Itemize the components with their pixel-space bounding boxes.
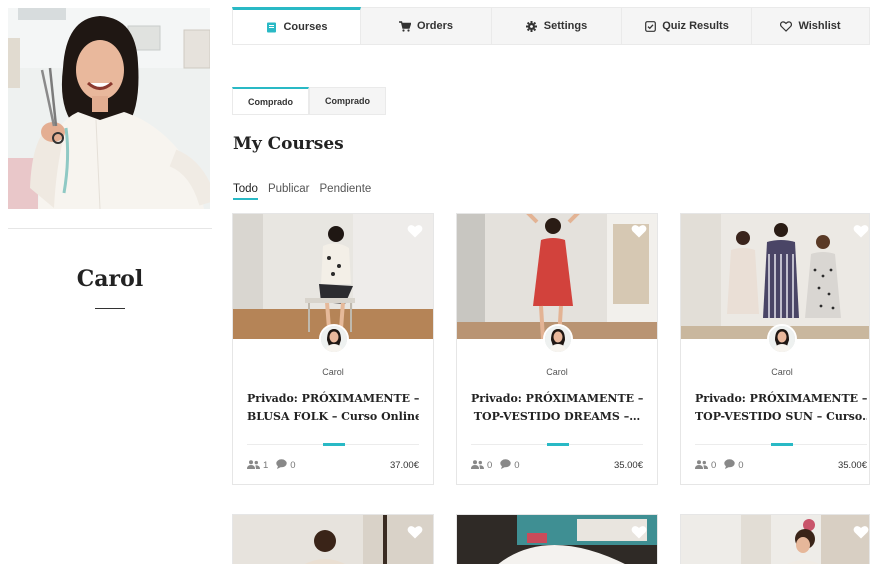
filter-pending[interactable]: Pendiente bbox=[320, 183, 372, 200]
profile-photo bbox=[8, 8, 210, 209]
comment-icon bbox=[500, 459, 511, 472]
author-avatar[interactable] bbox=[767, 324, 797, 354]
profile-name-underline bbox=[95, 308, 125, 309]
students-stat: 1 bbox=[247, 459, 269, 472]
course-title-line-2: BLUSA FOLK – Curso Online… bbox=[247, 410, 419, 423]
course-meta: 0 0 35.00€ bbox=[471, 459, 643, 472]
course-thumbnail[interactable] bbox=[457, 515, 657, 564]
course-title-line-2: TOP-VESTIDO SUN – Curso… bbox=[695, 410, 867, 423]
card-accent-bar bbox=[771, 443, 793, 446]
section-title: My Courses bbox=[233, 134, 344, 154]
card-accent-bar bbox=[323, 443, 345, 446]
author-avatar[interactable] bbox=[543, 324, 573, 354]
students-count: 1 bbox=[263, 460, 269, 471]
course-title[interactable]: Privado: PRÓXIMAMENTE – BLUSA FOLK – Cur… bbox=[247, 390, 419, 426]
tab-wishlist-label: Wishlist bbox=[798, 20, 841, 32]
course-subtabs: Comprado Comprado bbox=[232, 87, 386, 115]
course-filters: Todo Publicar Pendiente bbox=[233, 183, 371, 200]
subtab-purchased[interactable]: Comprado bbox=[232, 87, 309, 115]
comments-stat: 0 bbox=[276, 459, 296, 472]
comment-icon bbox=[276, 459, 287, 472]
course-title[interactable]: Privado: PRÓXIMAMENTE – TOP-VESTIDO SUN … bbox=[695, 390, 867, 426]
comments-count: 0 bbox=[738, 460, 744, 471]
course-meta: 0 0 35.00€ bbox=[695, 459, 867, 472]
tab-courses-label: Courses bbox=[283, 21, 328, 33]
subtab-purchased-alt[interactable]: Comprado bbox=[309, 87, 386, 115]
users-icon bbox=[695, 459, 708, 472]
tab-quiz-results-label: Quiz Results bbox=[662, 20, 729, 32]
course-price: 37.00€ bbox=[389, 460, 419, 471]
comments-count: 0 bbox=[290, 460, 296, 471]
cart-icon bbox=[398, 20, 411, 32]
course-author[interactable]: Carol bbox=[457, 367, 657, 377]
users-icon bbox=[471, 459, 484, 472]
tab-wishlist[interactable]: Wishlist bbox=[752, 7, 870, 45]
users-icon bbox=[247, 459, 260, 472]
comment-icon bbox=[724, 459, 735, 472]
filter-all[interactable]: Todo bbox=[233, 183, 258, 200]
filter-published[interactable]: Publicar bbox=[268, 183, 310, 200]
author-avatar[interactable] bbox=[319, 324, 349, 354]
course-title[interactable]: Privado: PRÓXIMAMENTE – TOP-VESTIDO DREA… bbox=[471, 390, 643, 426]
course-thumbnail[interactable] bbox=[681, 515, 869, 564]
course-title-line-1: Privado: PRÓXIMAMENTE – bbox=[695, 392, 867, 405]
gear-icon bbox=[526, 20, 538, 32]
students-stat: 0 bbox=[471, 459, 493, 472]
wishlist-heart-icon[interactable] bbox=[853, 224, 869, 238]
course-title-line-1: Privado: PRÓXIMAMENTE – bbox=[471, 392, 643, 405]
wishlist-heart-icon[interactable] bbox=[853, 525, 869, 539]
wishlist-heart-icon[interactable] bbox=[407, 525, 423, 539]
tab-quiz-results[interactable]: Quiz Results bbox=[622, 7, 752, 45]
tab-orders-label: Orders bbox=[416, 20, 454, 32]
course-author[interactable]: Carol bbox=[233, 367, 433, 377]
profile-divider bbox=[8, 228, 212, 229]
checkbox-icon bbox=[644, 20, 656, 32]
tab-courses[interactable]: Courses bbox=[232, 7, 361, 45]
course-card[interactable]: Carol Privado: PRÓXIMAMENTE – TOP-VESTID… bbox=[456, 213, 658, 485]
profile-tabs: Courses Orders Settings Quiz Results Wis… bbox=[232, 7, 870, 45]
wishlist-heart-icon[interactable] bbox=[407, 224, 423, 238]
course-thumbnail[interactable] bbox=[457, 214, 657, 339]
students-stat: 0 bbox=[695, 459, 717, 472]
wishlist-heart-icon[interactable] bbox=[631, 525, 647, 539]
course-card[interactable] bbox=[456, 514, 658, 564]
tab-settings-label: Settings bbox=[543, 20, 588, 32]
card-accent-bar bbox=[547, 443, 569, 446]
heart-outline-icon bbox=[780, 20, 793, 32]
comments-stat: 0 bbox=[500, 459, 520, 472]
course-thumbnail[interactable] bbox=[233, 214, 433, 339]
course-card[interactable] bbox=[680, 514, 870, 564]
tab-orders[interactable]: Orders bbox=[361, 7, 492, 45]
students-count: 0 bbox=[487, 460, 493, 471]
course-author[interactable]: Carol bbox=[681, 367, 870, 377]
book-icon bbox=[265, 21, 277, 33]
wishlist-heart-icon[interactable] bbox=[631, 224, 647, 238]
course-price: 35.00€ bbox=[613, 460, 643, 471]
course-title-line-2: TOP-VESTIDO DREAMS –… bbox=[473, 410, 641, 423]
course-title-line-1: Privado: PRÓXIMAMENTE – bbox=[247, 392, 419, 405]
students-count: 0 bbox=[711, 460, 717, 471]
course-thumbnail[interactable] bbox=[681, 214, 869, 339]
tab-settings[interactable]: Settings bbox=[492, 7, 622, 45]
course-price: 35.00€ bbox=[837, 460, 867, 471]
course-card[interactable] bbox=[232, 514, 434, 564]
course-card[interactable]: Carol Privado: PRÓXIMAMENTE – TOP-VESTID… bbox=[680, 213, 870, 485]
comments-count: 0 bbox=[514, 460, 520, 471]
course-thumbnail[interactable] bbox=[233, 515, 433, 564]
comments-stat: 0 bbox=[724, 459, 744, 472]
course-meta: 1 0 37.00€ bbox=[247, 459, 419, 472]
course-card[interactable]: Carol Privado: PRÓXIMAMENTE – BLUSA FOLK… bbox=[232, 213, 434, 485]
profile-name: Carol bbox=[76, 266, 144, 292]
